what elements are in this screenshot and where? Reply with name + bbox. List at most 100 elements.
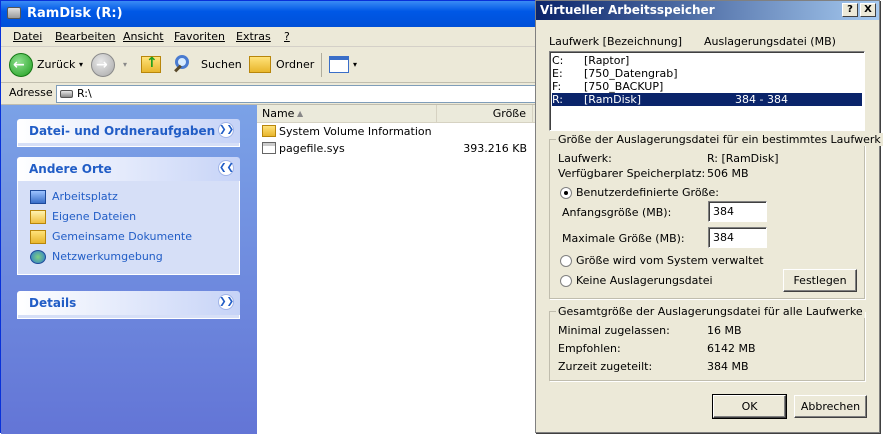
- menu-favoriten-label: Favoriten: [174, 30, 225, 43]
- sort-ascending-icon: ▲: [297, 109, 304, 118]
- link-netzwerkumgebung[interactable]: Netzwerkumgebung: [30, 249, 163, 267]
- panel-details-header[interactable]: Details ❯❯: [17, 291, 240, 315]
- drive-small-icon: [60, 90, 73, 98]
- back-label: Zurück: [37, 58, 76, 71]
- forward-dropdown-icon[interactable]: ▾: [123, 53, 127, 77]
- menu-bearbeiten[interactable]: Bearbeiten: [55, 30, 115, 43]
- recommended-value: 6142 MB: [707, 342, 756, 355]
- close-icon: X: [864, 4, 872, 15]
- no-pagefile-radio[interactable]: [560, 275, 572, 287]
- menu-datei[interactable]: Datei: [13, 30, 42, 43]
- drive-pagefile-size: 384 - 384: [735, 93, 788, 106]
- max-size-value: 384: [713, 231, 734, 244]
- ok-button-label: OK: [741, 400, 758, 413]
- drive-row[interactable]: C: [Raptor]: [552, 54, 862, 67]
- total-size-group-title: Gesamtgröße der Auslagerungsdatei für al…: [556, 305, 865, 318]
- system-managed-label[interactable]: Größe wird vom System verwaltet: [576, 254, 764, 267]
- set-button-label: Festlegen: [793, 274, 847, 287]
- column-name[interactable]: Name ▲: [257, 105, 437, 123]
- back-dropdown-icon[interactable]: ▾: [79, 53, 83, 77]
- folder-icon: [249, 56, 271, 73]
- current-label: Zurzeit zugeteilt:: [558, 360, 653, 373]
- menu-ansicht[interactable]: Ansicht: [123, 30, 164, 43]
- panel-other-places-header[interactable]: Andere Orte ❮❮: [17, 157, 240, 181]
- virtual-memory-dialog: Virtueller Arbeitsspeicher ? X Laufwerk …: [535, 0, 883, 433]
- max-size-input[interactable]: 384: [708, 227, 767, 248]
- expand-chevron-icon[interactable]: ❯❯: [218, 294, 234, 310]
- menu-bearbeiten-label: Bearbeiten: [55, 30, 116, 43]
- initial-size-label: Anfangsgröße (MB):: [562, 206, 672, 219]
- column-name-label: Name: [262, 107, 295, 120]
- menu-extras[interactable]: Extras: [236, 30, 271, 43]
- close-button[interactable]: X: [860, 3, 876, 17]
- drive-size-group-title-text: Größe der Auslagerungsdatei für ein best…: [558, 133, 881, 146]
- drive-letter: E:: [552, 67, 563, 80]
- drive-value: R: [RamDisk]: [707, 152, 779, 165]
- system-managed-radio[interactable]: [560, 255, 572, 267]
- drive-list[interactable]: C: [Raptor] E: [750_Datengrab] F: [750_B…: [549, 51, 865, 131]
- menu-help-label: ?: [284, 30, 290, 43]
- space-value: 506 MB: [707, 167, 749, 180]
- folders-button[interactable]: Ordner: [249, 53, 315, 77]
- link-arbeitsplatz[interactable]: Arbeitsplatz: [30, 189, 118, 207]
- expand-chevron-icon[interactable]: ❯❯: [218, 122, 234, 138]
- cancel-button-label: Abbrechen: [800, 400, 861, 413]
- total-size-group-title-text: Gesamtgröße der Auslagerungsdatei für al…: [558, 305, 863, 318]
- panel-other-places-body: Arbeitsplatz Eigene Dateien Gemeinsame D…: [17, 181, 240, 275]
- dialog-title-bar[interactable]: Virtueller Arbeitsspeicher ? X: [536, 1, 879, 20]
- drive-row[interactable]: F: [750_BACKUP]: [552, 80, 862, 93]
- file-name: pagefile.sys: [279, 142, 345, 155]
- up-arrow-glyph: ↑: [146, 55, 158, 71]
- task-pane: Datei- und Ordneraufgaben ❯❯ Andere Orte…: [1, 105, 257, 434]
- link-eigene-dateien-label: Eigene Dateien: [52, 210, 137, 223]
- back-button[interactable]: ← Zurück ▾: [9, 53, 89, 77]
- column-size[interactable]: Größe: [437, 105, 533, 123]
- link-gemeinsame-dokumente[interactable]: Gemeinsame Dokumente: [30, 229, 192, 247]
- menu-datei-label: Datei: [13, 30, 43, 43]
- toolbar-separator: [321, 53, 322, 77]
- list-header-drive: Laufwerk [Bezeichnung]: [549, 35, 682, 48]
- search-button[interactable]: Suchen: [173, 53, 243, 77]
- custom-size-radio[interactable]: [560, 187, 572, 199]
- initial-size-value: 384: [713, 205, 734, 218]
- help-button[interactable]: ?: [842, 3, 858, 17]
- network-icon: [30, 250, 46, 264]
- panel-details-body: [17, 315, 240, 319]
- address-value: R:\: [77, 87, 92, 100]
- panel-other-places-title: Andere Orte: [29, 162, 112, 176]
- recommended-label: Empfohlen:: [558, 342, 621, 355]
- set-button[interactable]: Festlegen: [783, 269, 857, 292]
- drive-label: [750_BACKUP]: [584, 80, 664, 93]
- no-pagefile-label[interactable]: Keine Auslagerungsdatei: [576, 274, 713, 287]
- panel-file-tasks-title: Datei- und Ordneraufgaben: [29, 124, 216, 138]
- my-documents-icon: [30, 210, 46, 224]
- folder-icon: [262, 125, 276, 137]
- up-folder-button[interactable]: ↑: [139, 53, 163, 77]
- panel-file-tasks-header[interactable]: Datei- und Ordneraufgaben ❯❯: [17, 119, 240, 143]
- menu-favoriten[interactable]: Favoriten: [174, 30, 225, 43]
- custom-size-label[interactable]: Benutzerdefinierte Größe:: [576, 186, 719, 199]
- system-file-icon: [262, 142, 276, 154]
- link-gemeinsame-dokumente-label: Gemeinsame Dokumente: [52, 230, 192, 243]
- forward-arrow-glyph: →: [96, 57, 108, 73]
- cancel-button[interactable]: Abbrechen: [794, 395, 867, 418]
- ok-button[interactable]: OK: [712, 394, 787, 419]
- drive-size-group: Größe der Auslagerungsdatei für ein best…: [549, 133, 883, 299]
- drive-letter: R:: [552, 93, 564, 106]
- folders-label: Ordner: [276, 58, 315, 71]
- initial-size-input[interactable]: 384: [708, 201, 767, 222]
- current-value: 384 MB: [707, 360, 749, 373]
- file-name: System Volume Information: [279, 125, 432, 138]
- drive-letter: C:: [552, 54, 564, 67]
- link-eigene-dateien[interactable]: Eigene Dateien: [30, 209, 136, 227]
- drive-label: [RamDisk]: [584, 93, 642, 106]
- views-button[interactable]: ▾: [327, 53, 361, 77]
- views-dropdown-icon: ▾: [353, 60, 358, 69]
- menu-help[interactable]: ?: [284, 30, 290, 43]
- back-arrow-glyph: ←: [13, 57, 25, 73]
- drive-icon: [7, 7, 21, 19]
- forward-button[interactable]: → ▾: [91, 53, 131, 77]
- collapse-chevron-icon[interactable]: ❮❮: [218, 160, 234, 176]
- drive-row[interactable]: E: [750_Datengrab]: [552, 67, 862, 80]
- drive-row-selected[interactable]: R: [RamDisk] 384 - 384: [552, 93, 862, 106]
